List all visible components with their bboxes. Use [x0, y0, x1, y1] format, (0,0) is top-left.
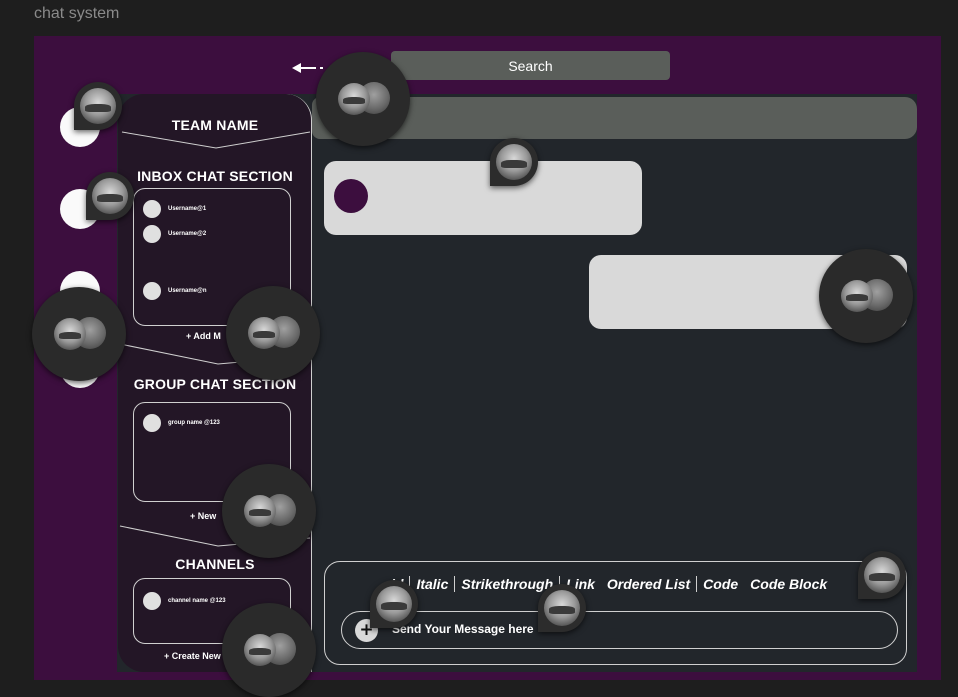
comment-avatar-icon[interactable]: [819, 249, 913, 343]
message-input[interactable]: + Send Your Message here: [341, 611, 898, 649]
group-avatar: [143, 414, 161, 432]
format-toolbar: ld Italic Strikethrough Link Ordered Lis…: [385, 576, 833, 592]
code-button[interactable]: Code: [697, 576, 744, 592]
italic-button[interactable]: Italic: [410, 576, 454, 592]
channels-section-title: CHANNELS: [175, 556, 255, 572]
divider: [121, 131, 311, 149]
sidebar: TEAM NAME INBOX CHAT SECTION Username@1 …: [118, 94, 312, 672]
comment-avatar-icon[interactable]: [316, 52, 410, 146]
username: Username@2: [168, 231, 207, 237]
comment-avatar-icon[interactable]: [74, 82, 122, 130]
list-item[interactable]: Username@1: [143, 200, 206, 218]
username: Username@1: [168, 206, 207, 212]
channel-name: channel name @123: [168, 598, 226, 604]
comment-avatar-icon[interactable]: [222, 464, 316, 558]
username: Username@n: [168, 288, 207, 294]
comment-avatar-icon[interactable]: [370, 580, 418, 628]
search-input[interactable]: Search: [391, 51, 670, 80]
channel-avatar: [143, 592, 161, 610]
code-block-button[interactable]: Code Block: [744, 576, 833, 592]
comment-avatar-icon[interactable]: [858, 551, 906, 599]
user-avatar: [143, 200, 161, 218]
comment-avatar-icon[interactable]: [86, 172, 134, 220]
sender-avatar: [334, 179, 368, 213]
incoming-message-bubble: [324, 161, 642, 235]
user-avatar: [143, 282, 161, 300]
inbox-section-title: INBOX CHAT SECTION: [137, 168, 293, 184]
comment-avatar-icon[interactable]: [226, 286, 320, 380]
search-label: Search: [508, 57, 553, 74]
comment-avatar-icon[interactable]: [538, 584, 586, 632]
comment-avatar-icon[interactable]: [490, 138, 538, 186]
group-name: group name @123: [168, 420, 220, 426]
list-item[interactable]: Username@n: [143, 282, 207, 300]
strikethrough-button[interactable]: Strikethrough: [455, 576, 559, 592]
create-channel-button[interactable]: + Create New: [164, 651, 221, 661]
list-item[interactable]: Username@2: [143, 225, 206, 243]
frame-label: chat system: [34, 5, 120, 22]
list-item[interactable]: channel name @123: [143, 592, 226, 610]
list-item[interactable]: group name @123: [143, 414, 220, 432]
comment-avatar-icon[interactable]: [222, 603, 316, 697]
comment-avatar-icon[interactable]: [32, 287, 126, 381]
user-avatar: [143, 225, 161, 243]
ordered-list-button[interactable]: Ordered List: [601, 576, 696, 592]
message-placeholder: Send Your Message here: [392, 622, 534, 636]
